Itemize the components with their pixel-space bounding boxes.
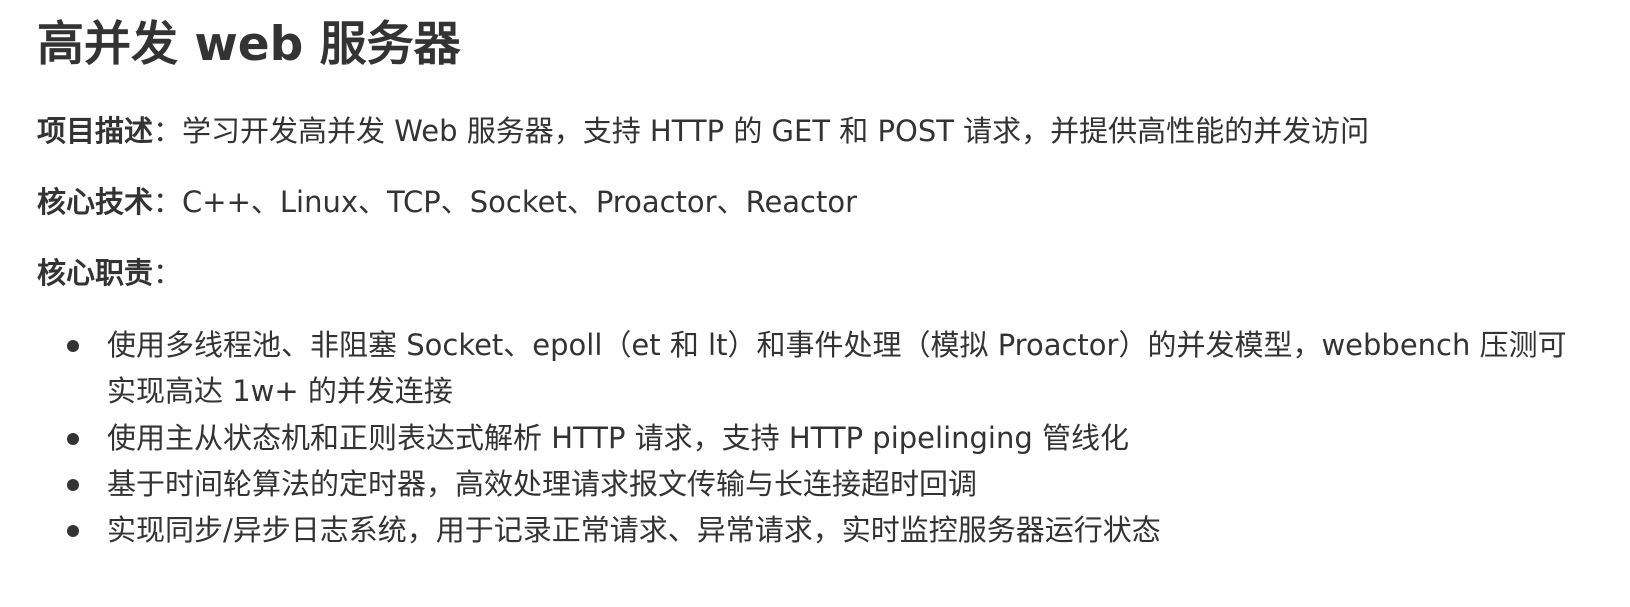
core-duties-label: 核心职责: [37, 256, 154, 290]
list-item: 基于时间轮算法的定时器，高效处理请求报文传输与长连接超时回调: [67, 461, 1577, 507]
core-tech-colon: ：: [153, 185, 183, 219]
core-tech-value: C++、Linux、TCP、Socket、Proactor、Reactor: [182, 185, 858, 219]
list-item-text: 实现同步/异步日志系统，用于记录正常请求、异常请求，实时监控服务器运行状态: [107, 513, 1161, 547]
project-description-colon: ：: [153, 114, 183, 148]
bullet-dot-icon: [67, 433, 79, 445]
list-item-text: 使用主从状态机和正则表达式解析 HTTP 请求，支持 HTTP pipeling…: [107, 421, 1129, 455]
project-description-value: 学习开发高并发 Web 服务器，支持 HTTP 的 GET 和 POST 请求，…: [182, 114, 1370, 148]
project-description-field: 项目描述：学习开发高并发 Web 服务器，支持 HTTP 的 GET 和 POS…: [37, 111, 1369, 151]
bullet-dot-icon: [67, 479, 79, 491]
list-item-text: 基于时间轮算法的定时器，高效处理请求报文传输与长连接超时回调: [107, 467, 978, 501]
document: 高并发 web 服务器 项目描述：学习开发高并发 Web 服务器，支持 HTTP…: [0, 0, 1630, 607]
list-item-text: 使用多线程池、非阻塞 Socket、epoll（et 和 lt）和事件处理（模拟…: [107, 328, 1567, 408]
core-tech-field: 核心技术：C++、Linux、TCP、Socket、Proactor、React…: [37, 182, 857, 222]
bullet-dot-icon: [67, 340, 79, 352]
list-item: 使用主从状态机和正则表达式解析 HTTP 请求，支持 HTTP pipeling…: [67, 415, 1577, 461]
core-tech-label: 核心技术: [37, 185, 154, 219]
project-description-label: 项目描述: [37, 114, 154, 148]
core-duties-field: 核心职责：: [37, 253, 182, 293]
bullet-dot-icon: [67, 525, 79, 537]
list-item: 实现同步/异步日志系统，用于记录正常请求、异常请求，实时监控服务器运行状态: [67, 507, 1577, 553]
core-duties-colon: ：: [153, 256, 183, 290]
list-item: 使用多线程池、非阻塞 Socket、epoll（et 和 lt）和事件处理（模拟…: [67, 322, 1577, 414]
page-title: 高并发 web 服务器: [37, 17, 461, 72]
